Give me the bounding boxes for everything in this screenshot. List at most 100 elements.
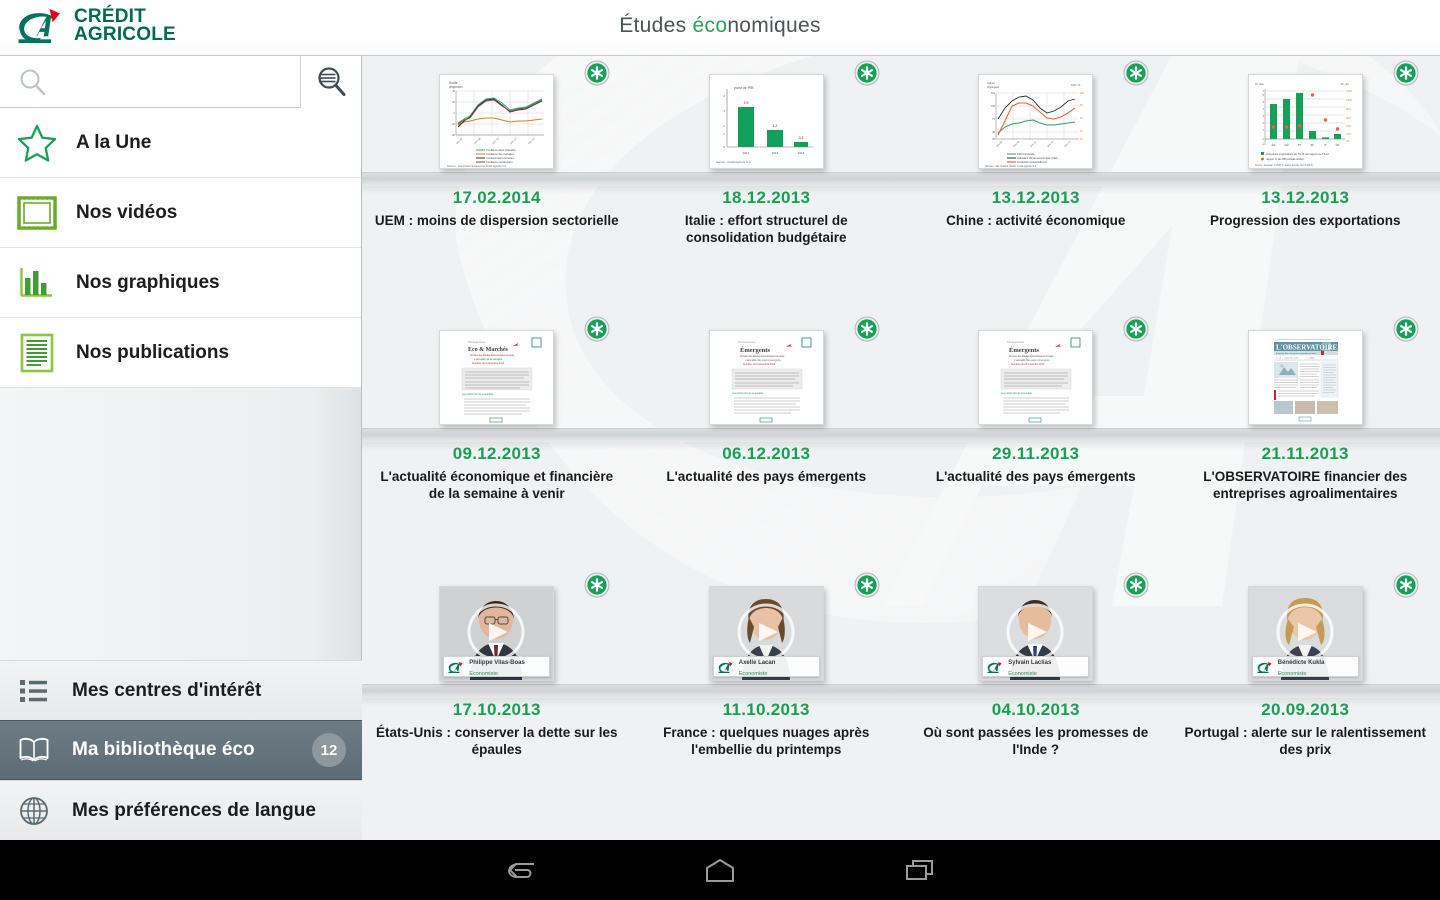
svg-text:0,3: 0,3 [798,136,803,140]
card-title: L'actualité des pays émergents [666,469,867,484]
back-arrow-icon [507,863,534,878]
globe-icon [14,791,54,831]
line-chart-thumbnail: Solde d'opinion 40 20 0 -20 -40 janv-07 … [439,74,555,169]
svg-text:point de PIB: point de PIB [734,86,754,90]
home-button[interactable] [690,848,750,892]
svg-text:ES: ES [1271,143,1275,147]
thumbnail-wrapper: Bénédicte Kukla Economiste [1247,572,1419,684]
recents-button[interactable] [890,848,950,892]
sidebar-bottom-nav: Mes centres d'intérêt Ma bibliothèque éc… [0,660,362,840]
shelf-board [362,428,1440,442]
svg-text:Les points clés de la semaine: Les points clés de la semaine [1001,392,1033,395]
sidebar-item-label: Nos publications [76,341,230,363]
card-meta: 17.02.2014 UEM : moins de dispersion sec… [362,188,632,229]
card-title: France : quelques nuages après l'embelli… [663,725,870,757]
card-meta: 17.10.2013 États-Unis : conserver la det… [362,700,632,758]
video-speaker-role: Economiste [1008,670,1037,677]
library-card[interactable]: Solde d'opinion 40 20 0 -20 -40 janv-07 … [362,56,632,228]
svg-text:Semaine du 6 décembre 2013: Semaine du 6 décembre 2013 [743,363,776,366]
page-title-accent: éco [692,14,728,37]
page-title-part1: Études [619,14,693,37]
sidebar-item-nos-publications[interactable]: Nos publications [0,318,361,388]
library-card[interactable]: Perspectives Émergents Service des Étude… [632,312,902,484]
home-icon [706,859,734,882]
recent-apps-icon [906,860,933,880]
green-asterisk-badge[interactable] [582,570,612,600]
credit-agricole-logo-icon [716,660,736,674]
video-speaker-name: Philippe Vilas-Boas [469,659,525,666]
card-title: Progression des exportations [1209,213,1401,228]
credit-agricole-logo-icon [446,660,466,674]
svg-text:Perspectives: Perspectives [1007,340,1025,344]
library-card[interactable]: Perspectives Eco & Marchés Service des É… [362,312,632,501]
thumbnail-wrapper: Philippe Vilas-Boas Economiste [439,572,610,684]
card-meta: 29.11.2013 L'actualité des pays émergent… [901,444,1171,485]
sidebar-item-nos-graphiques[interactable]: Nos graphiques [0,248,361,318]
library-card[interactable]: Bénédicte Kukla Economiste 20.09.2013 Po… [1171,568,1440,757]
sidebar-item-mes-centres-d-interet[interactable]: Mes centres d'intérêt [0,660,362,720]
svg-text:FR: FR [1335,143,1339,147]
green-asterisk-badge[interactable] [852,58,882,88]
library-card[interactable]: Indice Agrégats 100, % 115 105 75 45 35 … [901,56,1171,228]
svg-text:100, %: 100, % [1071,83,1081,87]
svg-text:Indicateur climat économique (: Indicateur climat économique (CEI) [1017,156,1058,160]
bar-chart-icon [14,260,60,306]
search-bar [0,55,361,108]
library-card[interactable]: Observatoire financier des entreprises a… [1171,312,1440,501]
thumbnail-wrapper: Axelle Lacan Economiste [708,572,880,684]
video-speaker-name: Axelle Lacan [738,659,776,666]
library-card[interactable]: Perspectives Émergents Service des Étude… [901,312,1171,484]
svg-text:Perspectives: Perspectives [738,340,756,344]
svg-text:L'actualité des pays émergents: L'actualité des pays émergents [1014,358,1050,362]
video-thumbnail: Axelle Lacan Economiste [708,586,824,681]
green-asterisk-badge[interactable] [1121,58,1151,88]
green-asterisk-badge[interactable] [1121,314,1151,344]
green-asterisk-badge[interactable] [1391,570,1421,600]
sidebar-item-nos-videos[interactable]: Nos vidéos [0,178,361,248]
green-asterisk-badge[interactable] [1391,58,1421,88]
card-title: Chine : activité économique [946,213,1126,228]
svg-text:Eco & Marchés: Eco & Marchés [468,347,509,353]
green-asterisk-badge[interactable] [1121,570,1151,600]
sidebar-item-label: Ma bibliothèque éco [72,739,255,760]
svg-text:n° 14 — novembre 2013: n° 14 — novembre 2013 [1276,357,1299,360]
svg-text:Sources : CEI, NatStat, Markit: Sources : CEI, NatStat, Markit, Crédit A… [985,165,1037,168]
library-card[interactable]: Sylvain Laclias Economiste 04.10.2013 Où… [901,568,1171,757]
green-asterisk-badge[interactable] [852,314,882,344]
svg-text:Observatoire financier des ent: Observatoire financier des entreprises a… [1277,338,1332,341]
library-card[interactable]: %, a/a %, du 7 6 5 4 3 2 1 0 -1 120% 100… [1171,56,1440,228]
video-speaker-role: Economiste [738,670,768,677]
sidebar-item-ma-bibliotheque-eco[interactable]: Ma bibliothèque éco 12 [0,720,362,780]
card-date: 13.12.2013 [991,188,1080,207]
green-asterisk-badge[interactable] [582,314,612,344]
green-asterisk-badge[interactable] [852,570,882,600]
thumbnail-wrapper: Sylvain Laclias Economiste [978,572,1149,684]
card-meta: 18.12.2013 Italie : effort structurel de… [632,188,902,246]
svg-text:2013: 2013 [771,151,778,155]
library-card[interactable]: point de PIB 43 210 2,9 1,2 0,3 2012 201… [632,56,902,245]
sidebar-item-a-la-une[interactable]: A la Une [0,108,361,178]
svg-text:Les points clés de la semaine: Les points clés de la semaine [732,392,764,395]
green-asterisk-badge[interactable] [1391,314,1421,344]
thumbnail-wrapper: %, a/a %, du 7 6 5 4 3 2 1 0 -1 120% 100… [1247,60,1419,172]
card-title: États-Unis : conserver la dette sur les … [375,725,618,757]
advanced-search-button[interactable] [301,55,361,108]
sidebar-item-mes-preferences-de-langue[interactable]: Mes préférences de langue [0,780,362,840]
sidebar-item-label: Mes centres d'intérêt [72,679,262,701]
library-card[interactable]: Philippe Vilas-Boas Economiste 17.10.201… [362,568,632,757]
green-asterisk-badge[interactable] [582,58,612,88]
search-field[interactable] [0,55,301,108]
thumbnail-wrapper: Observatoire financier des entreprises a… [1247,316,1419,428]
svg-text:Semaine du 9 décembre 2013: Semaine du 9 décembre 2013 [472,362,505,365]
back-button[interactable] [490,848,550,892]
video-speaker-name: Bénédicte Kukla [1277,659,1325,666]
card-date: 20.09.2013 [1261,700,1350,719]
card-date: 04.10.2013 [991,700,1080,719]
page-title-part2: nomiques [727,14,821,37]
video-caption: Sylvain Laclias Economiste [982,656,1090,677]
android-navigation-bar [0,840,1440,900]
library-card[interactable]: Axelle Lacan Economiste 11.10.2013 Franc… [632,568,902,757]
advanced-search-icon [318,66,346,96]
svg-text:IT: IT [1324,143,1327,147]
card-date: 13.12.2013 [1261,188,1350,207]
